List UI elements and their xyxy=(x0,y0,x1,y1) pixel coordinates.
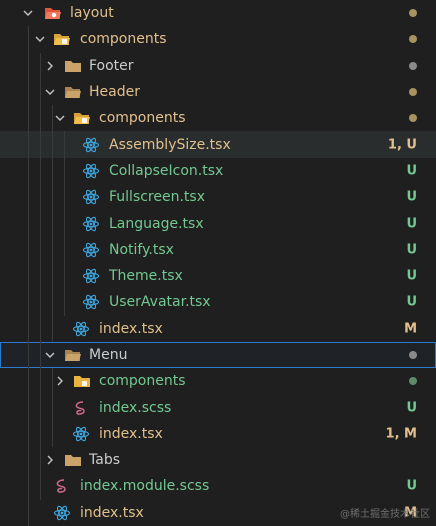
chevron-right-icon[interactable] xyxy=(44,454,56,466)
tree-item-tabs[interactable]: Tabs xyxy=(0,447,436,474)
tree-item-index-module-scss[interactable]: index.module.scss U xyxy=(0,473,436,500)
tree-item-label: Language.tsx xyxy=(109,215,204,232)
tree-item-label: Notify.tsx xyxy=(109,241,174,258)
tree-item-menu-index-tsx[interactable]: index.tsx 1, M xyxy=(0,420,436,448)
tree-item-label: AssemblySize.tsx xyxy=(109,136,231,153)
git-status-badge: U xyxy=(406,216,417,232)
chevron-down-icon[interactable] xyxy=(54,112,66,124)
chevron-right-icon[interactable] xyxy=(54,375,66,387)
tree-item-label: components xyxy=(80,31,167,48)
modified-dot xyxy=(409,35,417,44)
git-status-badge: M xyxy=(404,321,417,337)
tree-item-menu[interactable]: Menu xyxy=(0,341,436,369)
tree-item-label: layout xyxy=(70,5,114,22)
tree-item-label: components xyxy=(99,110,186,127)
git-status-badge: U xyxy=(406,478,417,494)
tree-item-label: index.tsx xyxy=(99,320,163,337)
components-folder-icon xyxy=(73,373,91,389)
tree-item-theme[interactable]: Theme.tsx U xyxy=(0,262,436,290)
untracked-dot xyxy=(409,377,417,386)
folder-open-icon xyxy=(64,84,82,100)
git-status-badge: U xyxy=(406,294,417,310)
tree-item-collapseicon[interactable]: CollapseIcon.tsx U xyxy=(0,157,436,185)
git-status-badge: U xyxy=(406,163,417,179)
tree-item-menu-index-scss[interactable]: index.scss U xyxy=(0,394,436,421)
tree-item-useravatar[interactable]: UserAvatar.tsx U xyxy=(0,289,436,316)
tree-item-fullscreen[interactable]: Fullscreen.tsx U xyxy=(0,184,436,211)
tree-item-label: index.tsx xyxy=(80,504,144,521)
tree-item-label: Tabs xyxy=(89,452,120,469)
react-icon xyxy=(82,294,100,310)
chevron-down-icon[interactable] xyxy=(34,33,46,45)
folder-open-icon xyxy=(64,347,82,363)
tree-item-label: Header xyxy=(89,84,140,101)
git-status-badge: 1, U xyxy=(387,137,417,153)
tree-item-label: index.tsx xyxy=(99,425,163,442)
git-status-badge: U xyxy=(406,400,417,416)
git-status-badge: 1, M xyxy=(385,426,417,442)
tree-item-menu-components[interactable]: components xyxy=(0,368,436,395)
react-icon xyxy=(82,268,100,284)
react-icon xyxy=(82,242,100,258)
tree-item-language[interactable]: Language.tsx U xyxy=(0,210,436,237)
modified-dot xyxy=(409,88,417,97)
chevron-right-icon[interactable] xyxy=(44,60,56,72)
tree-item-notify[interactable]: Notify.tsx U xyxy=(0,236,436,263)
react-icon xyxy=(82,163,100,179)
modified-dot xyxy=(409,9,417,18)
react-icon xyxy=(82,137,100,153)
tree-item-footer[interactable]: Footer xyxy=(0,52,436,79)
git-status-badge: U xyxy=(406,189,417,205)
tree-item-label: CollapseIcon.tsx xyxy=(109,162,224,179)
tree-item-label: index.scss xyxy=(99,399,172,416)
watermark: @稀土掘金技术社区 xyxy=(340,509,430,520)
chevron-down-icon[interactable] xyxy=(44,349,56,361)
components-folder-open-icon xyxy=(73,110,91,126)
modified-dot xyxy=(409,114,417,123)
tree-item-label: UserAvatar.tsx xyxy=(109,294,211,311)
react-icon xyxy=(72,426,90,442)
tree-item-label: components xyxy=(99,373,186,390)
tree-item-layout[interactable]: layout xyxy=(0,0,436,26)
tree-item-header-index[interactable]: index.tsx M xyxy=(0,315,436,342)
git-status-badge: U xyxy=(406,268,417,284)
tree-item-label: Theme.tsx xyxy=(109,268,183,285)
folder-icon xyxy=(64,452,82,468)
status-dot xyxy=(409,351,417,359)
tree-item-label: Menu xyxy=(89,347,128,363)
folder-icon xyxy=(64,58,82,74)
sass-icon xyxy=(53,478,71,494)
tree-item-assemblysize[interactable]: AssemblySize.tsx 1, U xyxy=(0,131,436,158)
tree-item-label: Footer xyxy=(89,57,134,74)
tree-item-header[interactable]: Header xyxy=(0,78,436,106)
git-status-badge: U xyxy=(406,242,417,258)
sass-icon xyxy=(72,400,90,416)
tree-item-label: Fullscreen.tsx xyxy=(109,189,205,206)
tree-item-header-components[interactable]: components xyxy=(0,105,436,132)
react-icon xyxy=(53,505,71,521)
react-icon xyxy=(82,189,100,205)
tree-item-label: index.module.scss xyxy=(80,478,210,495)
react-icon xyxy=(72,321,90,337)
layout-folder-open-icon xyxy=(44,5,62,21)
components-folder-open-icon xyxy=(53,31,71,47)
react-icon xyxy=(82,216,100,232)
chevron-down-icon[interactable] xyxy=(22,7,34,19)
file-explorer-tree: layout components Footer Header componen… xyxy=(0,0,436,526)
tree-item-components[interactable]: components xyxy=(0,26,436,53)
chevron-down-icon[interactable] xyxy=(44,86,56,98)
status-dot xyxy=(409,61,417,70)
